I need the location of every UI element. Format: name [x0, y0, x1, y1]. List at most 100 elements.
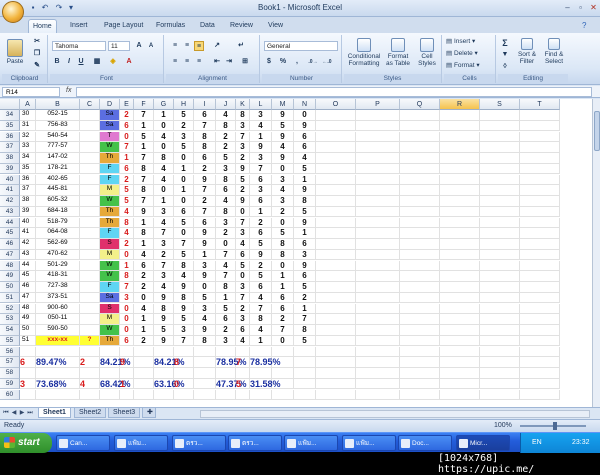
- cell-f[interactable]: [134, 368, 154, 379]
- cell-digit[interactable]: 5: [236, 260, 250, 272]
- cell-day-badge[interactable]: F: [100, 228, 120, 239]
- row-header[interactable]: 35: [0, 120, 20, 132]
- row-header[interactable]: 55: [0, 335, 20, 347]
- cell-digit[interactable]: 2: [250, 217, 272, 229]
- cell-e[interactable]: [120, 368, 134, 379]
- cell-digit[interactable]: 5: [174, 249, 194, 261]
- zoom-level[interactable]: 100%: [494, 422, 512, 429]
- cell-p[interactable]: [356, 357, 400, 368]
- cell-digit[interactable]: 5: [216, 303, 236, 315]
- cell-s[interactable]: [480, 378, 520, 390]
- tab-view[interactable]: View: [264, 19, 287, 33]
- cell-index[interactable]: 49: [20, 314, 36, 325]
- cell-stat-digit[interactable]: 6: [20, 357, 32, 368]
- cell-r[interactable]: [440, 228, 480, 239]
- cell-digit[interactable]: 4: [154, 163, 174, 175]
- cell-digit[interactable]: 3: [154, 206, 174, 218]
- cell-digit[interactable]: 2: [216, 142, 236, 153]
- cell-s[interactable]: [480, 153, 520, 164]
- cell-r[interactable]: [440, 239, 480, 250]
- cell-digit[interactable]: 0: [120, 314, 134, 325]
- cell-s[interactable]: [480, 292, 520, 304]
- cell-digit[interactable]: 0: [194, 282, 216, 293]
- cell-q[interactable]: [400, 163, 440, 175]
- cell-j[interactable]: [216, 368, 236, 379]
- cell-m[interactable]: [272, 368, 294, 379]
- cell-digit[interactable]: 1: [216, 292, 236, 304]
- row-header[interactable]: 56: [0, 346, 20, 358]
- cell-digit[interactable]: 3: [174, 325, 194, 336]
- cell-draw-number[interactable]: 540-54: [36, 131, 80, 143]
- percent-button[interactable]: %: [278, 57, 288, 67]
- cell-day-badge[interactable]: Th: [100, 206, 120, 218]
- prev-sheet-icon[interactable]: ◀: [10, 409, 18, 418]
- cell-digit[interactable]: 9: [272, 110, 294, 121]
- cell-draw-number[interactable]: 756-83: [36, 120, 80, 132]
- cell-s[interactable]: [480, 314, 520, 325]
- cell-q[interactable]: [400, 378, 440, 390]
- cell-q[interactable]: [400, 120, 440, 132]
- cell-digit[interactable]: 0: [120, 303, 134, 315]
- cell-draw-number[interactable]: 727-38: [36, 282, 80, 293]
- cell-draw-number[interactable]: 684-18: [36, 206, 80, 218]
- cell-t[interactable]: [520, 110, 560, 121]
- cell-t[interactable]: [520, 228, 560, 239]
- taskbar-button[interactable]: แฟ้ม...: [342, 435, 396, 451]
- cell-digit[interactable]: 6: [194, 153, 216, 164]
- cell-digit[interactable]: 9: [154, 335, 174, 347]
- horizontal-scrollbar[interactable]: [200, 410, 590, 418]
- cell-index[interactable]: 30: [20, 110, 36, 121]
- cell-digit[interactable]: 9: [134, 206, 154, 218]
- align-bottom-icon[interactable]: ≡: [194, 41, 204, 51]
- cell-digit[interactable]: 6: [174, 206, 194, 218]
- cell-query[interactable]: [80, 120, 100, 132]
- cell-stat-digit[interactable]: 1: [120, 379, 132, 390]
- cell-r[interactable]: [440, 249, 480, 261]
- cell-digit[interactable]: 4: [294, 153, 316, 164]
- cell-digit[interactable]: 5: [174, 142, 194, 153]
- cell-digit[interactable]: 7: [120, 282, 134, 293]
- cell-s[interactable]: [480, 131, 520, 143]
- cell-digit[interactable]: 2: [134, 335, 154, 347]
- cell-digit[interactable]: 6: [216, 185, 236, 196]
- cell-digit[interactable]: 9: [194, 174, 216, 186]
- autosum-button[interactable]: Σ: [500, 38, 510, 48]
- cell-draw-number[interactable]: 518-79: [36, 217, 80, 229]
- cell-r[interactable]: [440, 196, 480, 207]
- cell-m[interactable]: [272, 389, 294, 401]
- cell-digit[interactable]: 4: [174, 271, 194, 282]
- cell-digit[interactable]: 7: [120, 142, 134, 153]
- cell-digit[interactable]: 6: [294, 271, 316, 282]
- cell-i[interactable]: [194, 389, 216, 401]
- cell-digit[interactable]: 8: [294, 325, 316, 336]
- cell-digit[interactable]: 5: [174, 314, 194, 325]
- delete-cells-button[interactable]: ▤ Delete ▾: [446, 50, 494, 57]
- cell-digit[interactable]: 0: [134, 292, 154, 304]
- cell-h[interactable]: [174, 368, 194, 379]
- cell-q[interactable]: [400, 174, 440, 186]
- cell-q[interactable]: [400, 314, 440, 325]
- cell-draw-number[interactable]: xxx-xx: [36, 335, 80, 347]
- cell-digit[interactable]: 7: [154, 260, 174, 272]
- cell-digit[interactable]: 0: [272, 163, 294, 175]
- cell-digit[interactable]: 1: [154, 110, 174, 121]
- cell-digit[interactable]: 2: [194, 163, 216, 175]
- row-header[interactable]: 49: [0, 271, 20, 282]
- cell-index[interactable]: 51: [20, 335, 36, 347]
- cell-query[interactable]: ?: [80, 335, 100, 347]
- cell-digit[interactable]: 0: [236, 206, 250, 218]
- cell-digit[interactable]: 7: [236, 292, 250, 304]
- wrap-text-icon[interactable]: ↵: [236, 41, 246, 51]
- cell-index[interactable]: 40: [20, 217, 36, 229]
- cell-digit[interactable]: 7: [134, 153, 154, 164]
- cell-q[interactable]: [400, 206, 440, 218]
- cell-r[interactable]: [440, 346, 480, 358]
- cell-c[interactable]: [80, 346, 100, 358]
- cell-q[interactable]: [400, 368, 440, 379]
- cell-t[interactable]: [520, 206, 560, 218]
- cell-l[interactable]: [250, 346, 272, 358]
- row-header[interactable]: 53: [0, 314, 20, 325]
- cell-n[interactable]: [294, 389, 316, 401]
- cell-percentage[interactable]: 31.58%: [250, 379, 294, 390]
- cell-digit[interactable]: 4: [250, 292, 272, 304]
